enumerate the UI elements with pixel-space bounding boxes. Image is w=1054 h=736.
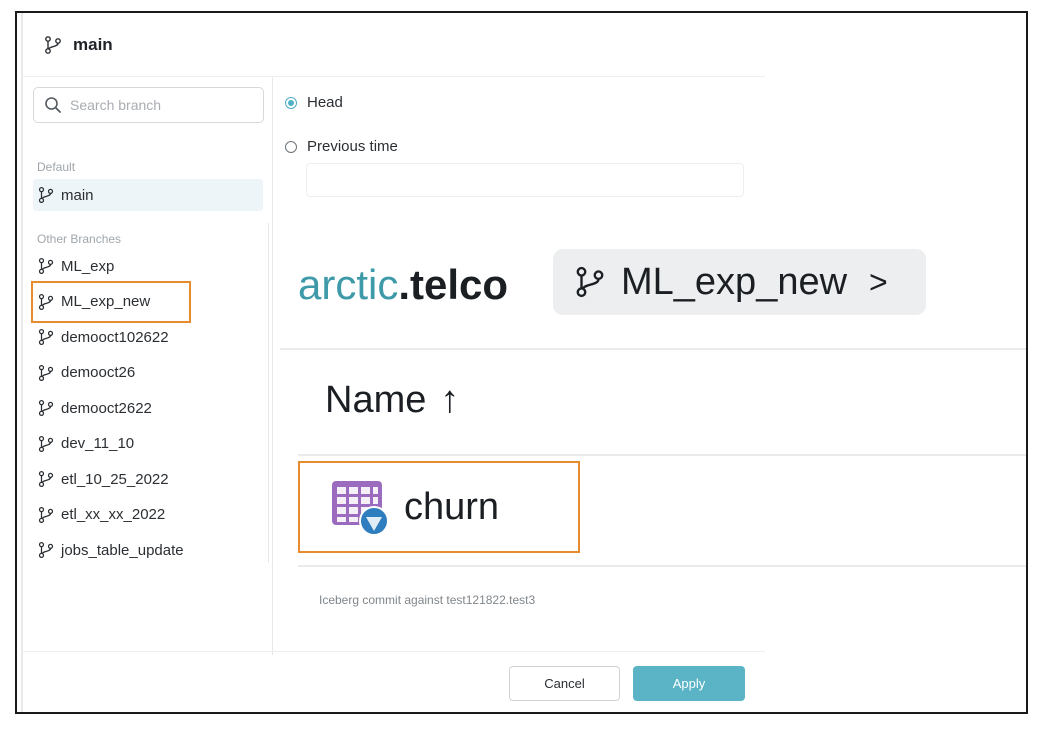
branch-item[interactable]: jobs_table_update bbox=[33, 534, 263, 566]
branch-label: ML_exp_new bbox=[61, 293, 151, 310]
brand-logo: arctic.telco bbox=[298, 261, 508, 309]
branch-item[interactable]: demooct2622 bbox=[33, 392, 263, 424]
default-group-label: Default bbox=[37, 160, 76, 174]
dialog-title: main bbox=[73, 34, 113, 54]
branch-item[interactable]: main bbox=[33, 179, 263, 211]
previous-time-input[interactable] bbox=[306, 163, 744, 197]
commit-note: Iceberg commit against test121822.test3 bbox=[319, 593, 536, 607]
brand-part-arctic: arctic bbox=[298, 261, 399, 308]
dialog-footer: Cancel Apply bbox=[21, 651, 765, 712]
search-input[interactable] bbox=[70, 97, 250, 113]
branch-item[interactable]: dev_11_10 bbox=[33, 428, 263, 460]
branch-label: ML_exp bbox=[61, 257, 115, 275]
head-label: Head bbox=[307, 94, 343, 111]
sidebar-divider bbox=[268, 223, 269, 563]
table-row-churn[interactable]: churn bbox=[298, 461, 580, 553]
sort-arrow-icon: ↑ bbox=[440, 379, 460, 421]
git-branch-icon bbox=[45, 35, 61, 54]
table-name: churn bbox=[404, 485, 500, 528]
git-branch-icon bbox=[38, 399, 54, 417]
iceberg-table-icon bbox=[332, 481, 389, 536]
chevron-right-icon: > bbox=[869, 263, 888, 300]
branch-item[interactable]: ML_exp bbox=[33, 250, 263, 282]
branch-label: main bbox=[61, 186, 94, 204]
git-branch-icon bbox=[38, 435, 54, 452]
branch-item[interactable]: demooct102622 bbox=[33, 321, 263, 353]
branch-label: demooct26 bbox=[61, 364, 136, 381]
branch-label: jobs_table_update bbox=[61, 541, 184, 559]
brand-part-telco: .telco bbox=[398, 261, 509, 308]
previous-time-radio[interactable] bbox=[285, 140, 297, 153]
branch-label: etl_10_25_2022 bbox=[61, 470, 169, 488]
cancel-button[interactable]: Cancel bbox=[509, 666, 620, 701]
git-branch-icon bbox=[38, 186, 54, 204]
breadcrumb-branch-name: ML_exp_new bbox=[621, 260, 848, 303]
branch-label: dev_11_10 bbox=[61, 435, 135, 452]
head-radio[interactable] bbox=[285, 96, 297, 109]
option-previous-time[interactable]: Previous time bbox=[285, 138, 398, 155]
git-branch-icon bbox=[38, 506, 54, 523]
git-branch-icon bbox=[38, 293, 54, 310]
screenshot-frame: main Default main Other Branches ML_exp M… bbox=[15, 11, 1028, 714]
branch-item[interactable]: etl_10_25_2022 bbox=[33, 463, 263, 495]
branch-item[interactable]: ML_exp_new bbox=[33, 286, 263, 318]
git-branch-icon bbox=[576, 266, 604, 298]
branch-label: demooct2622 bbox=[61, 399, 152, 417]
name-column-header[interactable]: Name ↑ bbox=[325, 379, 459, 422]
branch-label: demooct102622 bbox=[61, 328, 169, 346]
other-branches-label: Other Branches bbox=[37, 232, 122, 246]
branch-sidebar: Default main Other Branches ML_exp ML_exp… bbox=[21, 77, 273, 655]
name-header-label: Name bbox=[325, 379, 427, 421]
git-branch-icon bbox=[38, 364, 54, 381]
branch-item[interactable]: etl_xx_xx_2022 bbox=[33, 499, 263, 531]
git-branch-icon bbox=[38, 470, 54, 488]
branch-breadcrumb[interactable]: ML_exp_new > bbox=[553, 249, 926, 315]
apply-button[interactable]: Apply bbox=[633, 666, 745, 701]
divider bbox=[298, 454, 1026, 456]
divider bbox=[298, 565, 1026, 567]
search-box[interactable] bbox=[33, 87, 264, 123]
zoomed-catalog-view: arctic.telco ML_exp_new > Name ↑ churn bbox=[280, 213, 1026, 583]
previous-time-label: Previous time bbox=[307, 138, 398, 155]
divider bbox=[280, 348, 1026, 350]
branch-item[interactable]: demooct26 bbox=[33, 357, 263, 389]
option-head[interactable]: Head bbox=[285, 94, 343, 111]
git-branch-icon bbox=[38, 328, 54, 346]
git-branch-icon bbox=[38, 541, 54, 559]
dialog-header: main bbox=[21, 13, 765, 77]
branch-label: etl_xx_xx_2022 bbox=[61, 506, 166, 523]
git-branch-icon bbox=[38, 257, 54, 275]
search-icon bbox=[45, 97, 61, 113]
